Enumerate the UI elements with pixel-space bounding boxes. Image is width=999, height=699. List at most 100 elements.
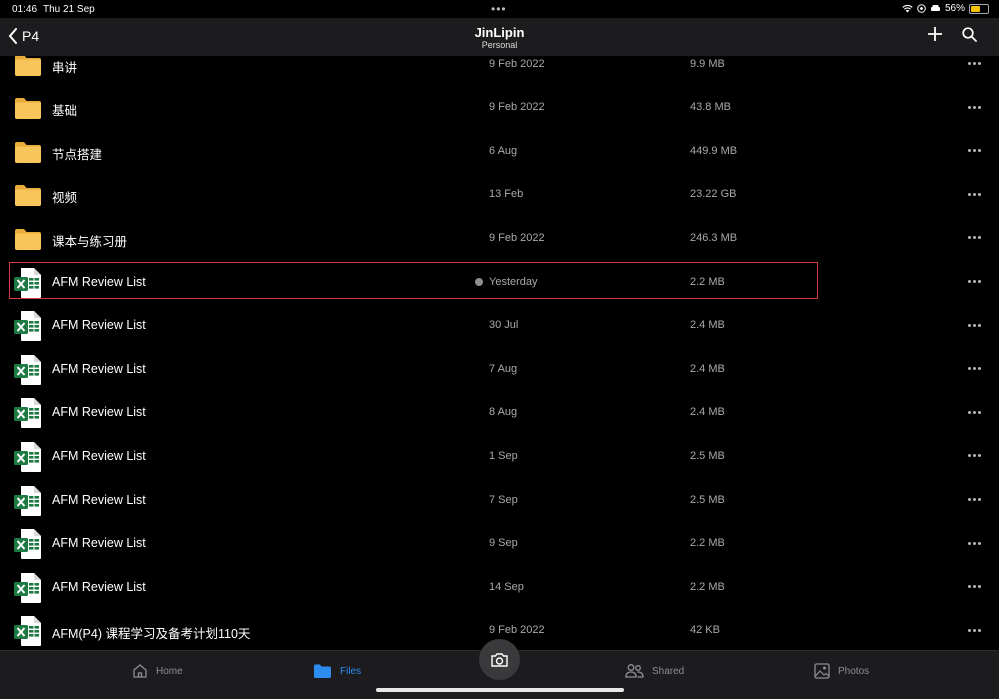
folder-row[interactable]: 串讲 9 Feb 2022 9.9 MB (0, 56, 999, 86)
file-row[interactable]: AFM Review List 9 Sep 2.2 MB (0, 522, 999, 565)
tab-files-label: Files (340, 665, 362, 677)
camera-button[interactable] (479, 639, 520, 680)
folder-icon (314, 664, 331, 678)
file-modified-date: 7 Aug (489, 362, 518, 375)
file-row[interactable]: AFM Review List 8 Aug 2.4 MB (0, 391, 999, 434)
folder-row[interactable]: 节点搭建 6 Aug 449.9 MB (0, 130, 999, 173)
file-size: 2.4 MB (690, 319, 725, 332)
folder-row[interactable]: 基础 9 Feb 2022 43.8 MB (0, 86, 999, 129)
file-name: AFM(P4) 课程学习及备考计划110天 (52, 627, 251, 642)
file-row[interactable]: AFM Review List 14 Sep 2.2 MB (0, 566, 999, 609)
file-name: AFM Review List (52, 318, 146, 333)
more-options-icon[interactable] (968, 405, 988, 419)
status-time: 01:46 (12, 4, 38, 15)
excel-file-icon (14, 310, 42, 342)
file-name: AFM Review List (52, 492, 146, 507)
page-title: JinLipin (474, 25, 525, 40)
file-name: 课本与练习册 (52, 234, 128, 249)
more-options-icon[interactable] (968, 580, 988, 594)
file-row[interactable]: AFM Review List 30 Jul 2.4 MB (0, 304, 999, 347)
more-options-icon[interactable] (968, 449, 988, 463)
file-size: 246.3 MB (690, 231, 738, 244)
tab-shared[interactable]: Shared (625, 663, 684, 679)
more-options-icon[interactable] (968, 57, 988, 71)
folder-icon (14, 138, 42, 166)
file-size: 449.9 MB (690, 144, 738, 157)
tab-shared-label: Shared (652, 665, 685, 677)
more-options-icon[interactable] (968, 275, 988, 289)
file-size: 2.4 MB (690, 406, 725, 419)
location-icon (917, 4, 926, 13)
excel-file-icon (14, 615, 42, 647)
more-options-icon[interactable] (968, 144, 988, 158)
excel-file-icon (14, 441, 42, 472)
excel-file-icon (14, 485, 42, 516)
excel-file-icon (14, 528, 42, 560)
more-options-icon[interactable] (968, 318, 988, 332)
more-options-icon[interactable] (968, 100, 988, 114)
more-options-icon[interactable] (968, 536, 988, 550)
file-size: 23.22 GB (690, 188, 737, 201)
file-name: 节点搭建 (52, 147, 103, 162)
file-modified-date: 14 Sep (489, 580, 524, 593)
file-size: 42 KB (690, 624, 720, 637)
tab-home-label: Home (156, 665, 183, 677)
file-size: 2.5 MB (690, 493, 725, 506)
home-icon (133, 664, 147, 678)
status-bar: 01:46 Thu 21 Sep ••• 56% (0, 0, 999, 18)
excel-file-icon (14, 572, 42, 603)
file-modified-date: 30 Jul (489, 319, 519, 332)
file-size: 43.8 MB (690, 101, 731, 114)
more-options-icon[interactable] (968, 231, 988, 245)
search-icon[interactable] (962, 27, 977, 42)
file-name: AFM Review List (52, 579, 146, 594)
file-size: 2.4 MB (690, 362, 725, 375)
file-name: AFM Review List (52, 448, 146, 463)
file-name: 串讲 (52, 60, 78, 75)
tab-home[interactable]: Home (132, 663, 183, 679)
page-subtitle: Personal (481, 40, 518, 50)
file-modified-date: 9 Feb 2022 (489, 101, 545, 114)
file-modified-date: 6 Aug (489, 144, 518, 157)
selection-highlight (9, 262, 818, 299)
status-indicators: 56% (902, 3, 989, 14)
file-modified-date: 9 Feb 2022 (489, 624, 545, 637)
file-modified-date: 9 Feb 2022 (489, 231, 545, 244)
excel-file-icon (14, 354, 42, 385)
file-row[interactable]: AFM Review List 7 Aug 2.4 MB (0, 348, 999, 391)
file-modified-date: 13 Feb (489, 188, 524, 201)
tab-files[interactable]: Files (313, 663, 361, 679)
wifi-icon (902, 4, 913, 13)
file-name: AFM Review List (52, 361, 146, 376)
photo-icon (814, 663, 830, 679)
tab-photos[interactable]: Photos (814, 663, 869, 679)
file-size: 2.2 MB (690, 537, 725, 550)
file-modified-date: 1 Sep (489, 449, 518, 462)
folder-row[interactable]: 课本与练习册 9 Feb 2022 246.3 MB (0, 217, 999, 260)
status-date: Thu 21 Sep (43, 4, 95, 15)
add-icon[interactable] (927, 26, 943, 42)
tab-photos-label: Photos (838, 665, 870, 677)
multitasking-dots-icon[interactable]: ••• (491, 2, 507, 16)
file-modified-date: 7 Sep (489, 493, 518, 506)
file-row[interactable]: AFM Review List 7 Sep 2.5 MB (0, 479, 999, 522)
file-size: 2.2 MB (690, 580, 725, 593)
folder-row[interactable]: 视频 13 Feb 23.22 GB (0, 173, 999, 216)
file-list: 串讲 9 Feb 2022 9.9 MB 基础 9 Feb 2022 43.8 MB 节点搭… (0, 56, 999, 650)
file-modified-date: 8 Aug (489, 406, 518, 419)
more-options-icon[interactable] (968, 493, 988, 507)
file-name: AFM Review List (52, 536, 146, 551)
car-icon (930, 5, 940, 11)
more-options-icon[interactable] (968, 187, 988, 201)
home-indicator[interactable] (376, 688, 624, 692)
camera-icon (491, 652, 508, 667)
file-modified-date: 9 Feb 2022 (489, 57, 545, 70)
battery-icon (969, 3, 989, 14)
more-options-icon[interactable] (968, 623, 988, 637)
file-name: 基础 (52, 104, 78, 119)
folder-icon (14, 225, 42, 253)
file-row[interactable]: AFM Review List 1 Sep 2.5 MB (0, 435, 999, 478)
more-options-icon[interactable] (968, 362, 988, 376)
file-modified-date: 9 Sep (489, 537, 518, 550)
folder-icon (14, 181, 42, 209)
